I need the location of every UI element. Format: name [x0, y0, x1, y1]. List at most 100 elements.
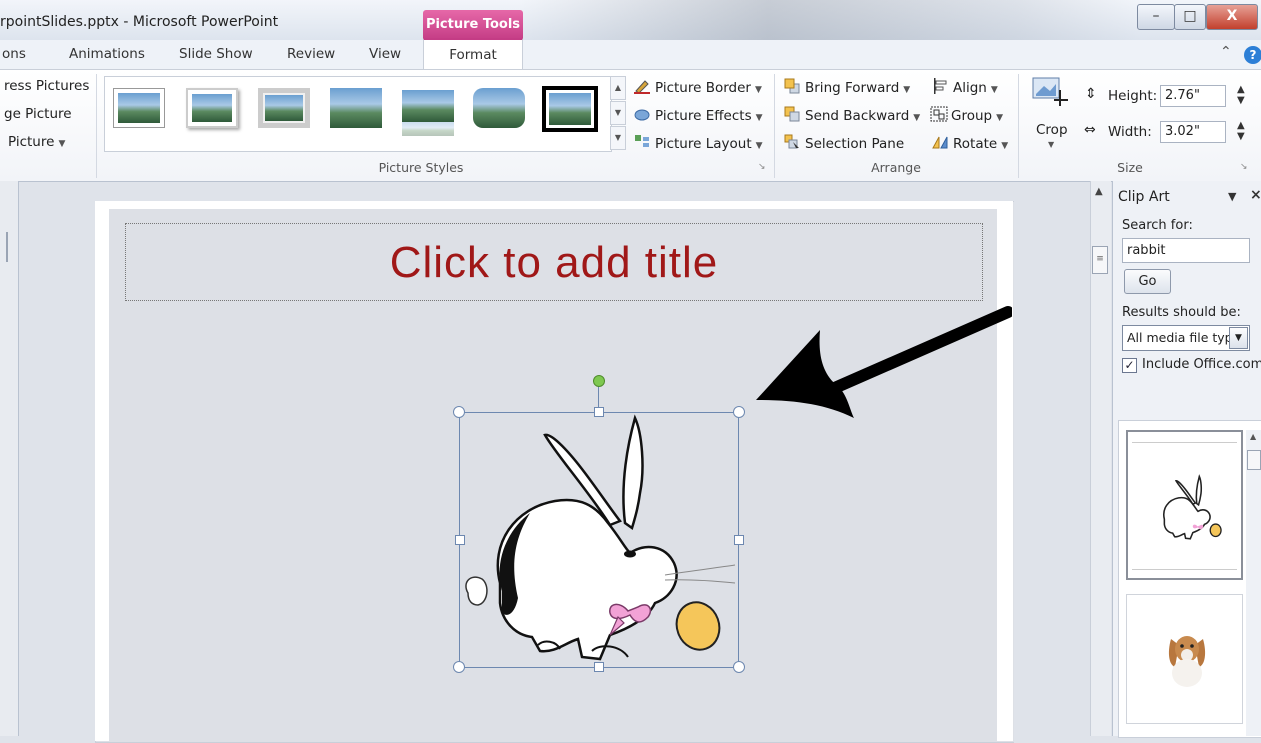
tab-format[interactable]: Format — [423, 38, 523, 70]
crop-icon[interactable] — [1030, 76, 1070, 110]
close-button[interactable]: X — [1206, 4, 1258, 30]
group-separator — [96, 74, 97, 178]
height-spinner[interactable]: ▲ ▼ — [1237, 84, 1245, 106]
height-input[interactable]: 2.76" — [1160, 85, 1226, 107]
effects-icon — [634, 106, 650, 121]
scrollbar-thumb[interactable]: ≡ — [1092, 246, 1108, 274]
clip-result-rabbit-drawing[interactable] — [1126, 430, 1243, 580]
style-thumb-reflected[interactable] — [402, 90, 454, 136]
rotate-button[interactable]: Rotate ▼ — [932, 134, 1008, 152]
results-should-be-label: Results should be: — [1122, 305, 1241, 320]
gallery-more-button[interactable]: ▼ — [610, 126, 626, 150]
clip-art-title: Clip Art — [1118, 189, 1170, 205]
go-button[interactable]: Go — [1124, 269, 1171, 294]
style-thumb-simple-frame[interactable] — [113, 88, 165, 128]
align-button[interactable]: Align ▼ — [932, 78, 998, 96]
dropdown-arrow-icon: ▼ — [996, 113, 1004, 123]
minimize-ribbon-icon[interactable]: ⌃ — [1220, 44, 1232, 60]
send-backward-button[interactable]: Send Backward ▼ — [784, 106, 920, 124]
results-scroll-up-icon[interactable]: ▲ — [1250, 432, 1256, 441]
selection-pane-label: Selection Pane — [805, 136, 905, 152]
slide-left-edge — [95, 201, 109, 741]
reset-picture-label: Picture — [8, 134, 55, 150]
crop-dropdown-icon[interactable]: ▼ — [1048, 140, 1054, 149]
reset-picture-button[interactable]: Picture ▼ — [8, 134, 65, 150]
style-thumb-bevel[interactable] — [330, 88, 382, 128]
maximize-button[interactable]: □ — [1174, 4, 1206, 30]
dropdown-arrow-icon: ▼ — [1001, 141, 1009, 151]
clip-result-rabbit-photo[interactable] — [1126, 594, 1243, 724]
minimize-button[interactable]: – — [1137, 4, 1175, 30]
style-thumb-black-frame[interactable] — [542, 86, 598, 132]
window-title: rpointSlides.pptx - Microsoft PowerPoint — [0, 14, 279, 30]
search-input[interactable]: rabbit — [1122, 238, 1250, 263]
width-spinner[interactable]: ▲ ▼ — [1237, 120, 1245, 142]
results-scroll-thumb[interactable] — [1247, 450, 1261, 470]
resize-handle-right[interactable] — [734, 535, 744, 545]
title-placeholder-text: Click to add title — [389, 238, 719, 287]
size-group-label: Size — [1117, 160, 1143, 175]
group-button[interactable]: Group ▼ — [930, 106, 1003, 124]
tab-review[interactable]: Review — [287, 46, 335, 62]
style-thumb-soft-shadow[interactable] — [186, 88, 238, 128]
dropdown-arrow-icon: ▼ — [913, 113, 921, 123]
tab-transitions[interactable]: ons — [2, 46, 26, 62]
dropdown-arrow-icon: ▼ — [990, 85, 998, 95]
tab-view[interactable]: View — [369, 46, 401, 62]
change-picture-button[interactable]: ge Picture — [4, 106, 72, 122]
splitter-grip[interactable] — [6, 232, 8, 262]
rotate-icon — [932, 134, 948, 149]
crop-label: Crop — [1036, 122, 1068, 138]
dialog-launcher-icon[interactable]: ↘ — [758, 162, 766, 172]
style-thumb-soft-edge[interactable] — [473, 88, 525, 128]
include-office-checkbox[interactable]: ✓ — [1122, 358, 1137, 373]
selection-pane-button[interactable]: Selection Pane — [784, 134, 904, 152]
resize-handle-bottom-left[interactable] — [453, 661, 465, 673]
picture-selection-frame[interactable] — [459, 412, 739, 668]
height-label: Height: — [1108, 88, 1158, 104]
align-label: Align — [953, 80, 987, 96]
crop-button[interactable]: Crop — [1036, 122, 1068, 138]
compress-pictures-label: ress Pictures — [4, 78, 90, 94]
tab-slide-show[interactable]: Slide Show — [179, 46, 253, 62]
send-backward-label: Send Backward — [805, 108, 910, 124]
group-icon — [930, 106, 948, 122]
help-icon[interactable]: ? — [1244, 46, 1261, 64]
search-for-label: Search for: — [1122, 218, 1193, 233]
rotate-label: Rotate — [953, 136, 998, 152]
send-backward-icon — [784, 106, 800, 122]
include-office-label: Include Office.com — [1142, 357, 1261, 372]
compress-pictures-button[interactable]: ress Pictures — [4, 78, 89, 94]
width-input[interactable]: 3.02" — [1160, 121, 1226, 143]
title-bar-blur — [520, 0, 1140, 40]
pencil-icon — [634, 78, 650, 94]
slide-right-edge — [997, 201, 1013, 741]
resize-handle-bottom[interactable] — [594, 662, 604, 672]
gallery-scroll-up[interactable]: ▲ — [610, 76, 626, 100]
resize-handle-top[interactable] — [594, 407, 604, 417]
size-dialog-launcher-icon[interactable]: ↘ — [1240, 162, 1248, 172]
resize-handle-left[interactable] — [455, 535, 465, 545]
resize-handle-top-left[interactable] — [453, 406, 465, 418]
style-thumb-thick-matte[interactable] — [258, 88, 310, 128]
picture-layout-button[interactable]: Picture Layout ▼ — [634, 134, 763, 152]
title-placeholder[interactable]: Click to add title — [125, 223, 983, 301]
group-label: Group — [951, 108, 993, 124]
slide-top-edge — [95, 201, 1013, 209]
bring-forward-button[interactable]: Bring Forward ▼ — [784, 78, 910, 96]
scroll-up-arrow-icon[interactable]: ▲ — [1095, 186, 1103, 197]
picture-effects-label: Picture Effects — [655, 108, 752, 124]
resize-handle-bottom-right[interactable] — [733, 661, 745, 673]
picture-effects-button[interactable]: Picture Effects ▼ — [634, 106, 763, 124]
width-label: Width: — [1108, 124, 1152, 140]
tab-animations[interactable]: Animations — [69, 46, 145, 62]
rotation-handle[interactable] — [593, 375, 605, 387]
media-type-dropdown-icon[interactable]: ▼ — [1229, 327, 1248, 349]
results-scrollbar[interactable] — [1246, 430, 1261, 736]
pane-close-icon[interactable]: × — [1250, 187, 1261, 203]
pane-options-dropdown-icon[interactable]: ▼ — [1228, 190, 1236, 203]
align-icon — [932, 78, 948, 94]
picture-border-button[interactable]: Picture Border ▼ — [634, 78, 762, 96]
resize-handle-top-right[interactable] — [733, 406, 745, 418]
gallery-scroll-down[interactable]: ▼ — [610, 101, 626, 125]
